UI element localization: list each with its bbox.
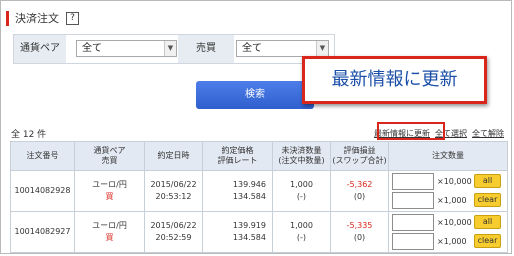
header-pair-side: 通貨ペア 売買 xyxy=(74,141,145,171)
side-value: 買 xyxy=(105,192,114,201)
header-order-no: 注文番号 xyxy=(10,141,75,171)
qty-input-1000[interactable] xyxy=(392,233,434,250)
qty-unit-1000: ×1,000 xyxy=(437,237,467,246)
pair-filter-label: 通貨ペア xyxy=(14,35,66,63)
refresh-callout: 最新情報に更新 xyxy=(302,56,487,104)
qty-unit-10000: ×10,000 xyxy=(437,177,472,186)
qty-unit-10000: ×10,000 xyxy=(437,218,472,227)
unsettled-cell: 1,000 (-) xyxy=(272,170,331,212)
header-price-rate: 約定価格 評価レート xyxy=(202,141,273,171)
page-title: 決済注文 xyxy=(15,12,59,25)
settlement-order-panel: 決済注文 ? 通貨ペア 全て ▼ 売買 全て ▼ 検索 全 12 件 最新情報に… xyxy=(0,0,512,254)
clear-all-link[interactable]: 全て解除 xyxy=(472,129,504,138)
help-icon[interactable]: ? xyxy=(66,11,79,25)
date-cell: 2015/06/22 20:52:59 xyxy=(144,211,203,253)
qty-cell: ×10,000 all ×1,000 clear xyxy=(388,211,508,253)
order-number: 10014082928 xyxy=(10,170,75,212)
pl-value: -5,335 xyxy=(346,221,373,230)
price-cell: 139.946 134.584 xyxy=(202,170,273,212)
clear-button[interactable]: clear xyxy=(474,193,501,207)
header-date: 約定日時 xyxy=(144,141,203,171)
unsettled-cell: 1,000 (-) xyxy=(272,211,331,253)
clear-button[interactable]: clear xyxy=(474,234,501,248)
price-cell: 139.919 134.584 xyxy=(202,211,273,253)
pair-side-cell: ユーロ/円買 xyxy=(74,170,145,212)
chevron-down-icon: ▼ xyxy=(316,41,328,56)
pl-value: -5,362 xyxy=(346,180,373,189)
pair-select-value: 全て xyxy=(82,43,102,54)
header-pl: 評価損益 (スワップ合計) xyxy=(330,141,389,171)
pl-cell: -5,335 (0) xyxy=(330,211,389,253)
qty-input-10000[interactable] xyxy=(392,214,434,231)
qty-input-1000[interactable] xyxy=(392,192,434,209)
header-qty: 注文数量 xyxy=(388,141,508,171)
side-filter-label: 売買 xyxy=(178,35,234,63)
title-accent-bar xyxy=(6,10,9,26)
refresh-link-highlight xyxy=(377,122,445,140)
all-button[interactable]: all xyxy=(474,215,501,229)
pair-side-cell: ユーロ/円買 xyxy=(74,211,145,253)
panel-header: 決済注文 ? xyxy=(6,10,79,26)
result-count: 全 12 件 xyxy=(11,130,47,140)
search-button[interactable]: 検索 xyxy=(196,81,314,109)
header-unsettled: 未決済数量 (注文中数量) xyxy=(272,141,331,171)
table-row: 10014082927 ユーロ/円買 2015/06/22 20:52:59 13… xyxy=(10,211,508,253)
filter-bar: 通貨ペア 全て ▼ 売買 全て ▼ xyxy=(13,34,335,64)
chevron-down-icon: ▼ xyxy=(164,41,176,56)
table-row: 10014082928 ユーロ/円買 2015/06/22 20:53:12 13… xyxy=(10,170,508,212)
side-value: 買 xyxy=(105,233,114,242)
pair-select[interactable]: 全て ▼ xyxy=(76,40,177,57)
pl-cell: -5,362 (0) xyxy=(330,170,389,212)
side-select-value: 全て xyxy=(242,43,262,54)
all-button[interactable]: all xyxy=(474,174,501,188)
table-header-row: 注文番号 通貨ペア 売買 約定日時 約定価格 評価レート 未決済数量 (注文中数量) … xyxy=(10,141,508,171)
order-number: 10014082927 xyxy=(10,211,75,253)
side-select[interactable]: 全て ▼ xyxy=(236,40,329,57)
date-cell: 2015/06/22 20:53:12 xyxy=(144,170,203,212)
qty-cell: ×10,000 all ×1,000 clear xyxy=(388,170,508,212)
orders-table: 注文番号 通貨ペア 売買 約定日時 約定価格 評価レート 未決済数量 (注文中数量) … xyxy=(10,141,508,253)
qty-input-10000[interactable] xyxy=(392,173,434,190)
qty-unit-1000: ×1,000 xyxy=(437,196,467,205)
